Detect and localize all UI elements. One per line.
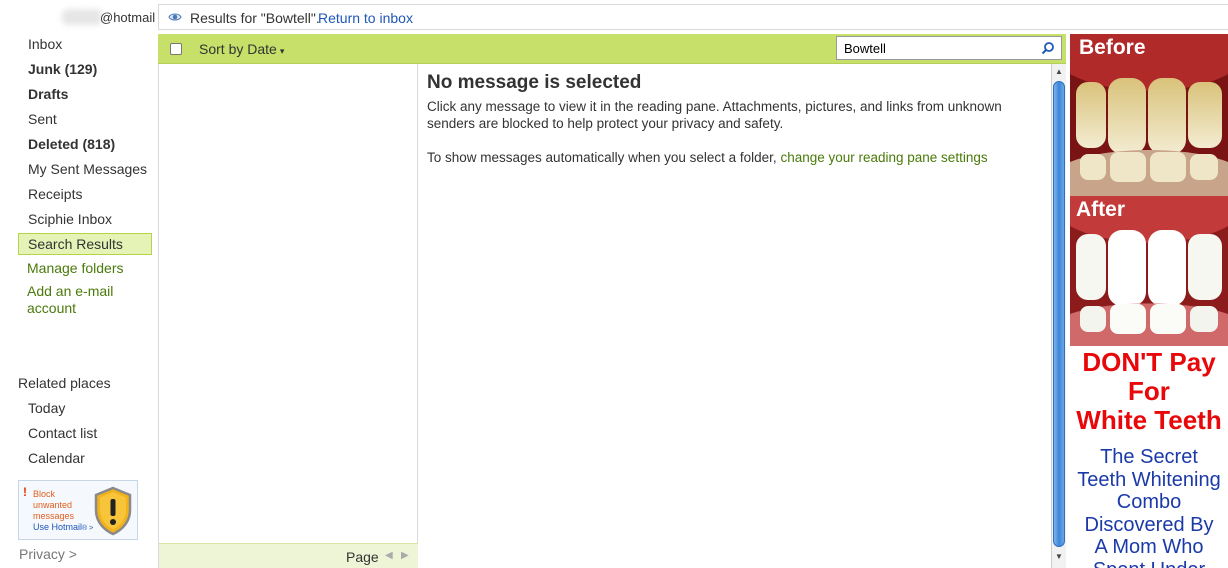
return-to-inbox-link[interactable]: Return to inbox: [318, 10, 413, 26]
promo-cta[interactable]: Use Hotmail® >: [33, 522, 93, 532]
account-email-domain: @hotmail: [100, 10, 156, 25]
privacy-link[interactable]: Privacy >: [19, 546, 77, 562]
promo-text: Block unwanted messages: [33, 489, 75, 521]
sidebar-item-my-sent-messages[interactable]: My Sent Messages: [28, 161, 147, 177]
block-unwanted-messages-promo[interactable]: ! Block unwanted messages Use Hotmail® >: [18, 480, 138, 540]
sidebar-item-search-results[interactable]: Search Results: [28, 236, 123, 252]
redacted-username: [62, 9, 102, 25]
after-label: After: [1076, 198, 1126, 221]
manage-folders-link[interactable]: Manage folders: [27, 260, 124, 277]
message-list[interactable]: [158, 64, 418, 568]
ad-subtext: The Secret Teeth Whitening Combo Discove…: [1077, 446, 1221, 568]
related-places-heading: Related places: [18, 375, 111, 391]
before-teeth-photo: Before: [1070, 34, 1228, 196]
sidebar-item-sciphie-inbox[interactable]: Sciphie Inbox: [28, 211, 112, 227]
scrollbar-thumb[interactable]: [1053, 81, 1065, 547]
next-page-icon[interactable]: ▶: [401, 550, 409, 561]
scroll-down-arrow-icon[interactable]: ▼: [1055, 552, 1063, 561]
left-navigation: @hotmail Inbox Junk (129) Drafts Sent De…: [0, 0, 158, 568]
sidebar-item-contact-list[interactable]: Contact list: [28, 425, 97, 441]
previous-page-icon[interactable]: ◀: [385, 550, 393, 561]
chevron-down-icon: ▾: [279, 46, 285, 56]
alert-icon: !: [23, 485, 27, 499]
add-email-account-link[interactable]: Add an e-mail account: [27, 283, 113, 317]
reading-pane-heading: No message is selected: [427, 72, 642, 93]
magnifier-icon[interactable]: [1041, 41, 1055, 55]
add-account-line1: Add an e-mail: [27, 283, 114, 299]
sidebar-item-inbox[interactable]: Inbox: [28, 36, 62, 52]
sidebar-item-receipts[interactable]: Receipts: [28, 186, 82, 202]
teeth-whitening-ad[interactable]: Before After DON'T Pay For White Teeth T…: [1070, 34, 1228, 568]
reading-pane-description: Click any message to view it in the read…: [427, 99, 1002, 131]
sidebar-item-drafts[interactable]: Drafts: [28, 86, 68, 102]
reading-pane: No message is selected Click any message…: [418, 64, 1051, 568]
message-toolbar: Sort by Date ▾ Bowtell: [158, 34, 1066, 64]
pagination-bar: Page ◀ ▶: [158, 543, 418, 568]
change-reading-pane-settings-link[interactable]: change your reading pane settings: [780, 150, 987, 165]
page-label: Page: [346, 549, 379, 565]
reading-pane-settings-hint: To show messages automatically when you …: [427, 150, 988, 165]
sort-by-date-dropdown[interactable]: Sort by Date ▾: [199, 41, 284, 57]
before-label: Before: [1079, 36, 1146, 59]
sidebar-item-calendar[interactable]: Calendar: [28, 450, 85, 466]
sidebar-item-sent[interactable]: Sent: [28, 111, 57, 127]
reading-pane-scrollbar[interactable]: ▲ ▼: [1051, 64, 1066, 568]
add-account-line2: account: [27, 300, 77, 316]
sidebar-item-deleted[interactable]: Deleted (818): [28, 136, 115, 152]
select-all-checkbox[interactable]: [170, 43, 182, 55]
shield-warning-icon: [94, 486, 132, 536]
search-input[interactable]: Bowtell: [836, 36, 1062, 60]
search-results-bar: Results for "Bowtell". Return to inbox: [158, 4, 1228, 30]
search-results-icon: [168, 13, 182, 21]
results-for-text: Results for "Bowtell".: [190, 10, 320, 26]
account-email[interactable]: @hotmail: [0, 8, 156, 28]
sidebar-item-junk[interactable]: Junk (129): [28, 61, 97, 77]
ad-headline: DON'T Pay For White Teeth: [1076, 347, 1222, 435]
sidebar-item-today[interactable]: Today: [28, 400, 65, 416]
search-input-value: Bowtell: [844, 41, 886, 56]
scroll-up-arrow-icon[interactable]: ▲: [1055, 67, 1063, 76]
after-teeth-photo: After: [1070, 196, 1228, 346]
